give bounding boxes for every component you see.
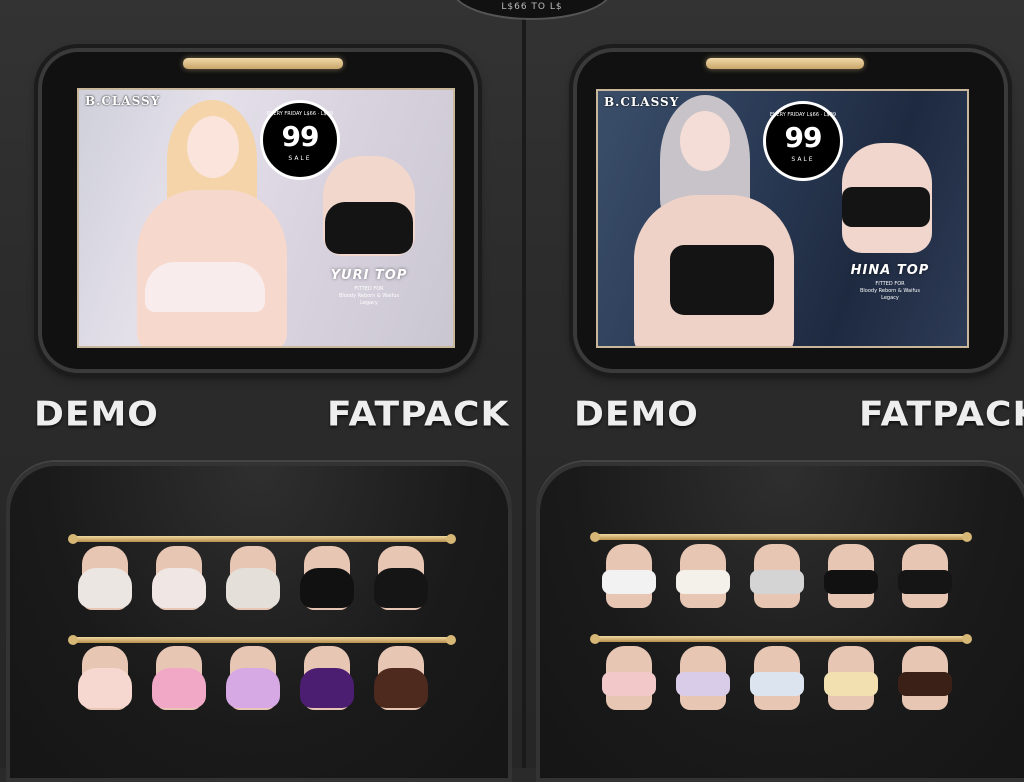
sale-number: 99 <box>784 121 823 154</box>
left-demo-button[interactable]: DEMO <box>34 395 159 434</box>
garment-swatch <box>750 570 804 594</box>
brand-logo: B.CLASSY <box>604 95 680 109</box>
rail-end <box>68 635 78 645</box>
garment-swatch <box>602 570 656 594</box>
right-fatpack-button[interactable]: FATPACK <box>859 395 1024 434</box>
left-fatpack-button[interactable]: FATPACK <box>327 395 509 434</box>
product-black-top <box>842 187 930 227</box>
rail-end <box>68 534 78 544</box>
product-swatch[interactable] <box>674 544 732 610</box>
product-name: HINA TOP <box>850 263 930 278</box>
product-swatch[interactable] <box>224 546 282 612</box>
left-rail-bottom <box>74 637 452 643</box>
product-swatch[interactable] <box>822 646 880 712</box>
product-swatch[interactable] <box>372 646 430 712</box>
model-face <box>187 116 239 178</box>
product-swatch[interactable] <box>896 646 954 712</box>
product-swatch[interactable] <box>748 544 806 610</box>
product-swatch[interactable] <box>674 646 732 712</box>
product-swatch[interactable] <box>298 546 356 612</box>
sale-badge: EVERY FRIDAY L$66 · L$99 99 SALE <box>260 100 340 180</box>
garment-swatch <box>152 568 206 608</box>
garment-swatch <box>824 570 878 594</box>
sale-badge: EVERY FRIDAY L$66 · L$99 99 SALE <box>763 101 843 181</box>
right-rail-bottom <box>596 636 968 642</box>
product-swatch[interactable] <box>822 544 880 610</box>
garment-swatch <box>750 672 804 696</box>
product-name: YURI TOP <box>330 268 408 283</box>
garment-swatch <box>898 570 952 594</box>
garment-swatch <box>78 568 132 608</box>
rail-end <box>446 534 456 544</box>
garment-swatch <box>898 672 952 696</box>
product-fit-text: FITTED FOR Bloody Reborn & Waifus Legacy <box>338 286 400 306</box>
model-top-white <box>145 262 265 312</box>
left-rail-top <box>74 536 452 542</box>
product-swatch[interactable] <box>600 646 658 712</box>
garment-swatch <box>374 568 428 608</box>
product-swatch[interactable] <box>224 646 282 712</box>
product-swatch[interactable] <box>372 546 430 612</box>
hina-top-poster[interactable]: B.CLASSY EVERY FRIDAY L$66 · L$99 99 SAL… <box>596 89 969 348</box>
right-frame-light <box>706 58 864 69</box>
garment-swatch <box>824 672 878 696</box>
sale-number: 99 <box>281 120 320 153</box>
brand-logo: B.CLASSY <box>85 94 161 108</box>
model-face <box>680 111 730 171</box>
garment-swatch <box>78 668 132 708</box>
wall-divider <box>522 0 526 768</box>
sale-badge-top-text: EVERY FRIDAY L$66 · L$99 <box>266 111 334 117</box>
product-swatch[interactable] <box>748 646 806 712</box>
yuri-top-poster[interactable]: B.CLASSY EVERY FRIDAY L$66 · L$99 99 SAL… <box>77 88 455 348</box>
product-swatch[interactable] <box>600 544 658 610</box>
product-fit-text: FITTED FOR Bloody Reborn & Waifus Legacy <box>859 281 921 301</box>
left-frame-light <box>183 58 343 69</box>
right-demo-button[interactable]: DEMO <box>574 395 699 434</box>
sale-label: SALE <box>791 156 815 163</box>
garment-swatch <box>152 668 206 708</box>
sale-label: SALE <box>288 155 312 162</box>
product-swatch[interactable] <box>76 546 134 612</box>
garment-swatch <box>676 672 730 696</box>
right-display-shelf <box>536 462 1024 782</box>
rail-end <box>962 532 972 542</box>
rail-end <box>590 532 600 542</box>
garment-swatch <box>226 568 280 608</box>
garment-swatch <box>374 668 428 708</box>
sale-badge-top-text: EVERY FRIDAY L$66 · L$99 <box>769 112 837 118</box>
right-rail-top <box>596 534 968 540</box>
garment-swatch <box>300 568 354 608</box>
product-swatch[interactable] <box>298 646 356 712</box>
rail-end <box>446 635 456 645</box>
garment-swatch <box>676 570 730 594</box>
rail-end <box>590 634 600 644</box>
model-top-black <box>670 245 774 315</box>
garment-swatch <box>602 672 656 696</box>
product-swatch[interactable] <box>150 646 208 712</box>
product-swatch[interactable] <box>896 544 954 610</box>
product-swatch[interactable] <box>150 546 208 612</box>
product-black-top <box>325 202 413 254</box>
garment-swatch <box>300 668 354 708</box>
rail-end <box>962 634 972 644</box>
garment-swatch <box>226 668 280 708</box>
product-swatch[interactable] <box>76 646 134 712</box>
top-sign-text: L$66 TO L$ <box>501 2 563 12</box>
left-display-shelf <box>6 462 512 782</box>
